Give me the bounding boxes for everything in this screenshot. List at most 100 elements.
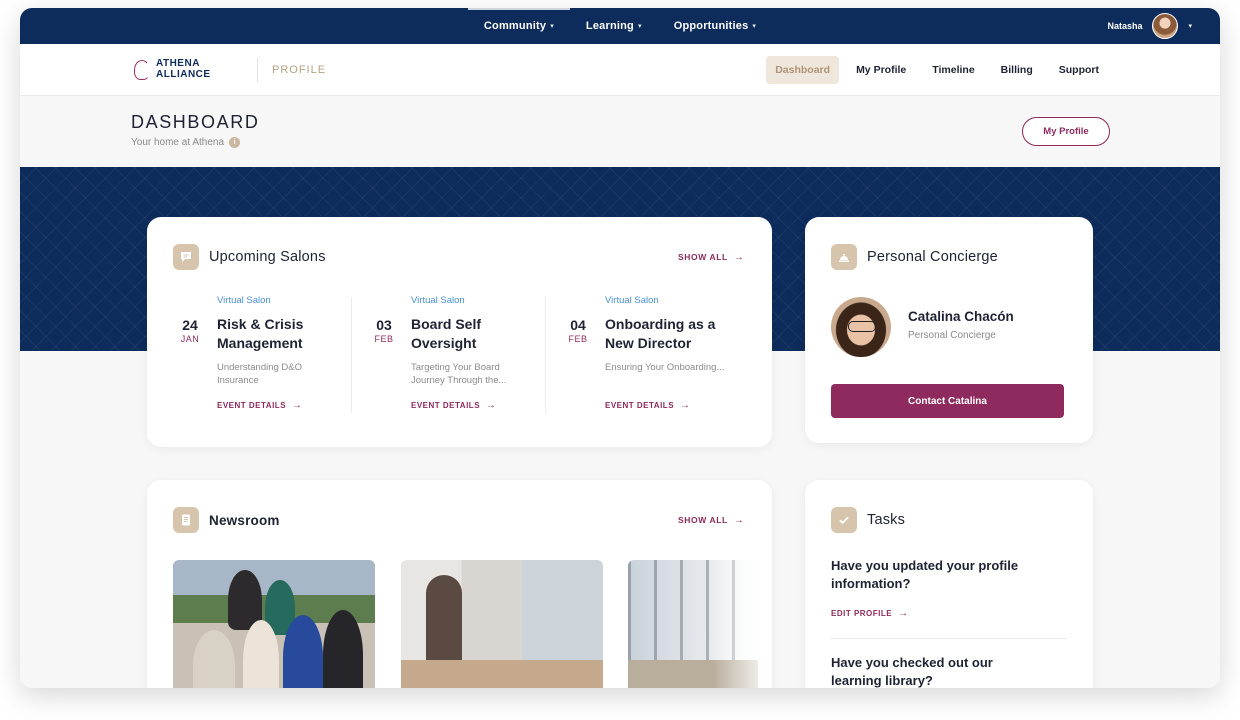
event-month: FEB [374,334,394,344]
upcoming-salons-card: Upcoming Salons SHOW ALL → 24 JAN Virtual… [147,217,772,447]
my-profile-button[interactable]: My Profile [1022,117,1110,146]
event-details-link[interactable]: EVENT DETAILS → [605,400,691,411]
primary-nav: Community ▾ Learning ▾ Opportunities ▾ [20,8,1220,44]
user-name: Natasha [1107,21,1143,31]
salons-card-title: Upcoming Salons [209,249,326,265]
arrow-right-icon: → [292,400,303,411]
event-day: 04 [570,317,586,333]
concierge-bell-icon [831,244,857,270]
newsroom-show-all-link[interactable]: SHOW ALL → [678,515,744,526]
carousel-fade [712,560,772,688]
app-window: Community ▾ Learning ▾ Opportunities ▾ N… [20,8,1220,688]
subnav-my-profile[interactable]: My Profile [847,56,915,84]
task-question: Have you updated your profile informatio… [831,558,1019,591]
nav-learning[interactable]: Learning ▾ [570,8,658,44]
chevron-down-icon: ▾ [752,23,757,30]
arrow-right-icon: → [680,400,691,411]
event-date: 24 JAN [175,317,205,344]
event-month: FEB [568,334,588,344]
event-day: 24 [182,317,198,333]
subnav-billing[interactable]: Billing [992,56,1042,84]
checkmark-icon [831,507,857,533]
tasks-card-header: Tasks [831,507,905,533]
concierge-card-header: Personal Concierge [831,244,998,270]
event-date: 04 FEB [563,317,593,344]
chevron-down-icon: ▾ [637,23,642,30]
event-type: Virtual Salon [411,295,465,306]
arrow-right-icon: → [898,608,909,619]
section-label: PROFILE [272,64,327,76]
news-image-group-photo[interactable] [173,560,375,688]
event-description: Ensuring Your Onboarding... [605,362,725,373]
event-date: 03 FEB [369,317,399,344]
event-day: 03 [376,317,392,333]
nav-community[interactable]: Community ▾ [467,8,570,44]
nav-learning-label: Learning [585,20,634,32]
event-divider [351,297,352,413]
concierge-role: Personal Concierge [908,330,996,341]
profile-header: ATHENA ALLIANCE PROFILE Dashboard My Pro… [20,44,1220,96]
task-question: Have you checked out our learning librar… [831,655,993,688]
concierge-avatar [831,297,891,357]
chat-bubble-icon [173,244,199,270]
concierge-name: Catalina Chacón [908,309,1014,324]
profile-subnav: Dashboard My Profile Timeline Billing Su… [766,56,1108,84]
edit-profile-label: EDIT PROFILE [831,609,893,618]
event-description: Understanding D&O Insurance [217,362,303,386]
subnav-support[interactable]: Support [1050,56,1108,84]
concierge-card-title: Personal Concierge [867,249,998,265]
user-avatar[interactable] [1152,13,1179,39]
event-title[interactable]: Risk & Crisis Management [217,315,347,352]
page-title: DASHBOARD [131,112,260,132]
newsroom-card-title: Newsroom [209,512,280,528]
personal-concierge-card: Personal Concierge Catalina Chacón Perso… [805,217,1093,443]
edit-profile-link[interactable]: EDIT PROFILE → [831,608,909,619]
nav-community-label: Community [483,20,547,32]
arrow-right-icon: → [733,252,745,263]
nav-opportunities-label: Opportunities [673,20,749,32]
subnav-timeline[interactable]: Timeline [923,56,983,84]
event-details-label: EVENT DETAILS [605,401,675,410]
chevron-down-icon: ▾ [550,23,554,30]
newsroom-card: Newsroom SHOW ALL → [147,480,772,688]
event-details-link[interactable]: EVENT DETAILS → [217,400,303,411]
logo-line-1: ATHENA [156,58,200,69]
athena-logo-mark-icon [132,58,150,80]
logo-line-2: ALLIANCE [156,69,211,80]
info-icon[interactable]: i [229,137,241,148]
page-subtitle-text: Your home at Athena [131,137,225,148]
salons-show-all-link[interactable]: SHOW ALL → [678,252,744,263]
salons-card-header: Upcoming Salons [173,244,326,270]
logo-wordmark: ATHENA ALLIANCE [156,58,211,80]
document-icon [173,507,199,533]
event-divider [545,297,546,413]
task-divider [831,638,1067,639]
tasks-card: Tasks Have you updated your profile info… [805,480,1093,688]
page-subtitle: Your home at Athena i [131,137,241,148]
newsroom-show-all-label: SHOW ALL [678,515,728,525]
contact-concierge-button[interactable]: Contact Catalina [831,384,1064,418]
tasks-card-title: Tasks [867,512,906,528]
subnav-dashboard[interactable]: Dashboard [766,56,840,84]
chevron-down-icon[interactable]: ▾ [1188,22,1192,30]
event-description: Targeting Your Board Journey Through the… [411,362,507,386]
dashboard-heading: DASHBOARD Your home at Athena i My Profi… [20,96,1220,167]
athena-logo[interactable]: ATHENA ALLIANCE [132,58,211,80]
event-title[interactable]: Onboarding as a New Director [605,315,735,352]
news-image-boardroom[interactable] [401,560,603,688]
event-details-link[interactable]: EVENT DETAILS → [411,400,497,411]
header-divider [257,58,258,82]
event-type: Virtual Salon [605,295,659,306]
event-title[interactable]: Board Self Oversight [411,315,541,352]
arrow-right-icon: → [486,400,497,411]
arrow-right-icon: → [733,515,745,526]
nav-opportunities[interactable]: Opportunities ▾ [658,8,772,44]
salons-show-all-label: SHOW ALL [678,252,728,262]
event-month: JAN [180,334,200,344]
event-type: Virtual Salon [217,295,271,306]
user-menu[interactable]: Natasha ▾ [1107,8,1192,44]
event-details-label: EVENT DETAILS [411,401,481,410]
top-navigation-bar: Community ▾ Learning ▾ Opportunities ▾ N… [20,8,1220,44]
event-details-label: EVENT DETAILS [217,401,287,410]
newsroom-card-header: Newsroom [173,507,280,533]
